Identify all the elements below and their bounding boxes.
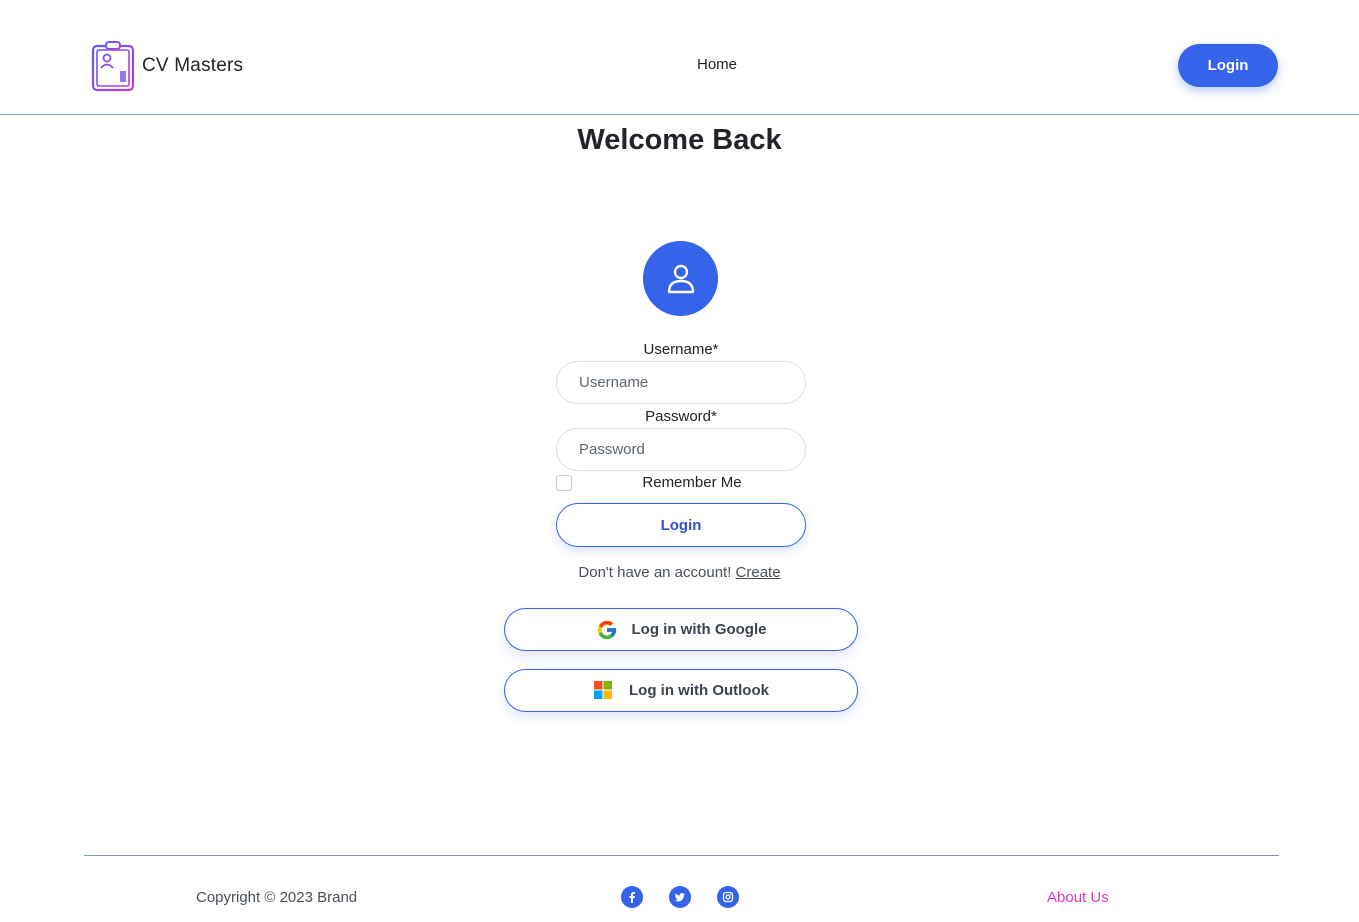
nav-home-link[interactable]: Home [697, 56, 737, 73]
password-label: Password* [645, 408, 717, 425]
google-icon [596, 619, 618, 641]
password-input[interactable] [556, 428, 806, 471]
login-submit-button[interactable]: Login [556, 503, 806, 547]
footer-divider [84, 855, 1279, 856]
username-label: Username* [643, 341, 719, 358]
header-login-button[interactable]: Login [1178, 44, 1278, 87]
remember-me-row: Remember Me [556, 474, 806, 492]
username-input[interactable] [556, 361, 806, 404]
twitter-icon[interactable] [669, 886, 691, 908]
user-icon [667, 264, 694, 293]
remember-me-checkbox[interactable] [556, 475, 572, 491]
user-avatar [643, 241, 718, 316]
google-login-label: Log in with Google [631, 621, 767, 638]
outlook-login-button[interactable]: Log in with Outlook [504, 669, 858, 712]
site-header: CV Masters Home Login [0, 0, 1359, 115]
facebook-icon[interactable] [621, 886, 643, 908]
google-login-button[interactable]: Log in with Google [504, 608, 858, 651]
copyright-text: Copyright © 2023 Brand [196, 889, 358, 906]
outlook-login-label: Log in with Outlook [629, 682, 769, 699]
microsoft-icon [593, 680, 615, 702]
about-us-link[interactable]: About Us [1047, 889, 1109, 906]
signup-prompt: Don't have an account! Create [0, 564, 1359, 581]
instagram-icon[interactable] [717, 886, 739, 908]
resume-clipboard-icon [91, 41, 135, 92]
signup-text: Don't have an account! [578, 564, 732, 581]
brand-link[interactable]: CV Masters [90, 40, 243, 92]
page-title: Welcome Back [577, 124, 782, 156]
create-account-link[interactable]: Create [736, 564, 781, 581]
remember-me-label: Remember Me [642, 474, 742, 491]
brand-name: CV Masters [142, 55, 244, 76]
social-links [621, 886, 765, 908]
